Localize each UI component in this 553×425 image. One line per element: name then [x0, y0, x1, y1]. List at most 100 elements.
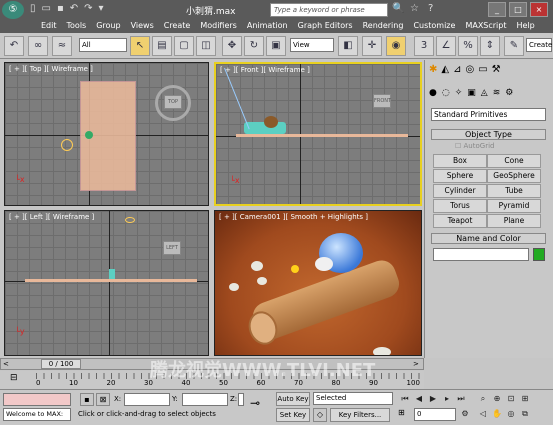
edit-named-selection-icon[interactable]: ✎ — [504, 36, 524, 56]
teapot-button[interactable]: Teapot — [433, 214, 487, 228]
zoom-icon[interactable]: ⌕ — [476, 393, 490, 406]
object-color-swatch[interactable] — [533, 248, 545, 261]
snaps-toggle-icon[interactable]: 3 — [414, 36, 434, 56]
viewport-left[interactable]: [ + ][ Left ][ Wireframe ] LEFT └y — [4, 210, 209, 356]
cylinder-button[interactable]: Cylinder — [433, 184, 487, 198]
window-crossing-icon[interactable]: ◫ — [196, 36, 216, 56]
percent-snap-icon[interactable]: % — [458, 36, 478, 56]
cameras-icon[interactable]: ▣ — [467, 88, 476, 98]
selection-lock-icon[interactable]: ▪ — [80, 393, 94, 406]
select-object-icon[interactable]: ↖ — [130, 36, 150, 56]
viewport-front-label[interactable]: [ + ][ Front ][ Wireframe ] — [220, 66, 310, 74]
torus-button[interactable]: Torus — [433, 199, 487, 213]
close-button[interactable]: × — [530, 2, 548, 17]
cone-button[interactable]: Cone — [487, 154, 541, 168]
tube-button[interactable]: Tube — [487, 184, 541, 198]
sphere-button[interactable]: Sphere — [433, 169, 487, 183]
primitive-category-dropdown[interactable]: Standard Primitives — [431, 108, 546, 121]
x-coordinate-field[interactable] — [124, 393, 170, 406]
maxscript-mini-listener[interactable] — [3, 393, 71, 406]
create-selection-set-field[interactable]: Create — [526, 38, 552, 52]
select-manipulate-icon[interactable]: ✛ — [362, 36, 382, 56]
keyboard-shortcut-override-icon[interactable]: ◉ — [386, 36, 406, 56]
pan-icon[interactable]: ✋ — [490, 408, 504, 421]
selection-filter-dropdown[interactable]: All — [79, 38, 127, 52]
light-object[interactable] — [125, 217, 135, 223]
menu-animation[interactable]: Animation — [242, 20, 293, 33]
mini-curve-editor-icon[interactable]: ⊟ — [10, 373, 18, 383]
viewport-left-label[interactable]: [ + ][ Left ][ Wireframe ] — [9, 213, 94, 221]
spacewarps-icon[interactable]: ≋ — [493, 88, 501, 98]
field-of-view-icon[interactable]: ◁ — [476, 408, 490, 421]
spinner-snap-icon[interactable]: ⇕ — [480, 36, 500, 56]
menu-maxscript[interactable]: MAXScript — [460, 20, 511, 33]
create-tab-icon[interactable]: ✱ — [429, 64, 437, 75]
rectangle-selection-icon[interactable]: ▢ — [174, 36, 194, 56]
undo-button-icon[interactable]: ↶ — [4, 36, 24, 56]
orbit-icon[interactable]: ◎ — [504, 408, 518, 421]
object-type-rollout[interactable]: Object Type — [431, 129, 546, 140]
plane-button[interactable]: Plane — [487, 214, 541, 228]
maxscript-output[interactable]: Welcome to MAX: — [3, 408, 71, 421]
box-button[interactable]: Box — [433, 154, 487, 168]
z-coordinate-field[interactable] — [238, 393, 244, 406]
move-icon[interactable]: ✥ — [222, 36, 242, 56]
new-icon[interactable]: ▯ — [30, 3, 36, 17]
previous-frame-icon[interactable]: ◀ — [412, 393, 426, 406]
y-coordinate-field[interactable] — [182, 393, 228, 406]
viewcube-left[interactable]: LEFT — [163, 241, 181, 255]
time-slider-thumb[interactable]: 0 / 100 — [41, 359, 81, 369]
geometry-icon[interactable]: ● — [429, 88, 437, 98]
menu-help[interactable]: Help — [512, 20, 540, 33]
current-frame-field[interactable]: 0 — [414, 408, 456, 421]
select-link-icon[interactable]: ∞ — [28, 36, 48, 56]
shapes-icon[interactable]: ◌ — [442, 88, 450, 98]
menu-views[interactable]: Views — [126, 20, 159, 33]
pyramid-button[interactable]: Pyramid — [487, 199, 541, 213]
autogrid-checkbox[interactable]: ☐ AutoGrid — [455, 142, 494, 150]
slider-prev-icon[interactable]: < — [3, 360, 13, 368]
name-color-rollout[interactable]: Name and Color — [431, 233, 546, 244]
menu-modifiers[interactable]: Modifiers — [195, 20, 242, 33]
menu-tools[interactable]: Tools — [62, 20, 92, 33]
hierarchy-tab-icon[interactable]: ⊿ — [453, 64, 461, 75]
star-icon[interactable]: ☆ — [410, 3, 419, 14]
viewport-camera-label[interactable]: [ + ][ Camera001 ][ Smooth + Highlights … — [219, 213, 368, 221]
menu-create[interactable]: Create — [159, 20, 196, 33]
auto-key-button[interactable]: Auto Key — [276, 392, 310, 406]
reference-coordinate-dropdown[interactable]: View — [290, 38, 334, 52]
save-icon[interactable]: ▪ — [57, 3, 64, 17]
viewport-camera[interactable]: [ + ][ Camera001 ][ Smooth + Highlights … — [214, 210, 422, 356]
viewport-top[interactable]: [ + ][ Top ][ Wireframe ] TOP └x — [4, 62, 209, 206]
key-mode-dropdown[interactable]: Selected — [313, 392, 393, 405]
go-to-start-icon[interactable]: ⏮ — [398, 393, 412, 406]
hedgehog-object[interactable] — [264, 116, 278, 128]
set-key-button[interactable]: Set Key — [276, 408, 310, 422]
viewport-top-label[interactable]: [ + ][ Top ][ Wireframe ] — [9, 65, 93, 73]
search-icon[interactable]: 🔍 — [392, 3, 404, 14]
bind-space-warp-icon[interactable]: ≈ — [52, 36, 72, 56]
object-name-input[interactable] — [433, 248, 529, 261]
zoom-extents-icon[interactable]: ⊡ — [504, 393, 518, 406]
pivot-center-icon[interactable]: ◧ — [338, 36, 358, 56]
zoom-extents-all-icon[interactable]: ⊞ — [518, 393, 532, 406]
geosphere-button[interactable]: GeoSphere — [487, 169, 541, 183]
redo-icon[interactable]: ↷ — [84, 3, 92, 17]
utilities-tab-icon[interactable]: ⚒ — [492, 64, 501, 75]
minimize-button[interactable]: _ — [488, 2, 506, 17]
hedgehog-object[interactable] — [85, 131, 93, 139]
undo-icon[interactable]: ↶ — [70, 3, 78, 17]
systems-icon[interactable]: ⚙ — [505, 88, 513, 98]
time-config-icon[interactable]: ⚙ — [458, 408, 472, 421]
angle-snap-icon[interactable]: ∠ — [436, 36, 456, 56]
dropdown-icon[interactable]: ▾ — [99, 3, 104, 17]
menu-graph-editors[interactable]: Graph Editors — [293, 20, 358, 33]
menu-group[interactable]: Group — [91, 20, 125, 33]
helpers-icon[interactable]: ◬ — [481, 88, 488, 98]
help-icon[interactable]: ? — [428, 3, 433, 14]
viewport-front[interactable]: [ + ][ Front ][ Wireframe ] FRONT └x — [214, 62, 422, 206]
menu-customize[interactable]: Customize — [408, 20, 460, 33]
menu-rendering[interactable]: Rendering — [358, 20, 409, 33]
zoom-all-icon[interactable]: ⊕ — [490, 393, 504, 406]
app-logo-icon[interactable]: ⑤ — [2, 1, 24, 19]
